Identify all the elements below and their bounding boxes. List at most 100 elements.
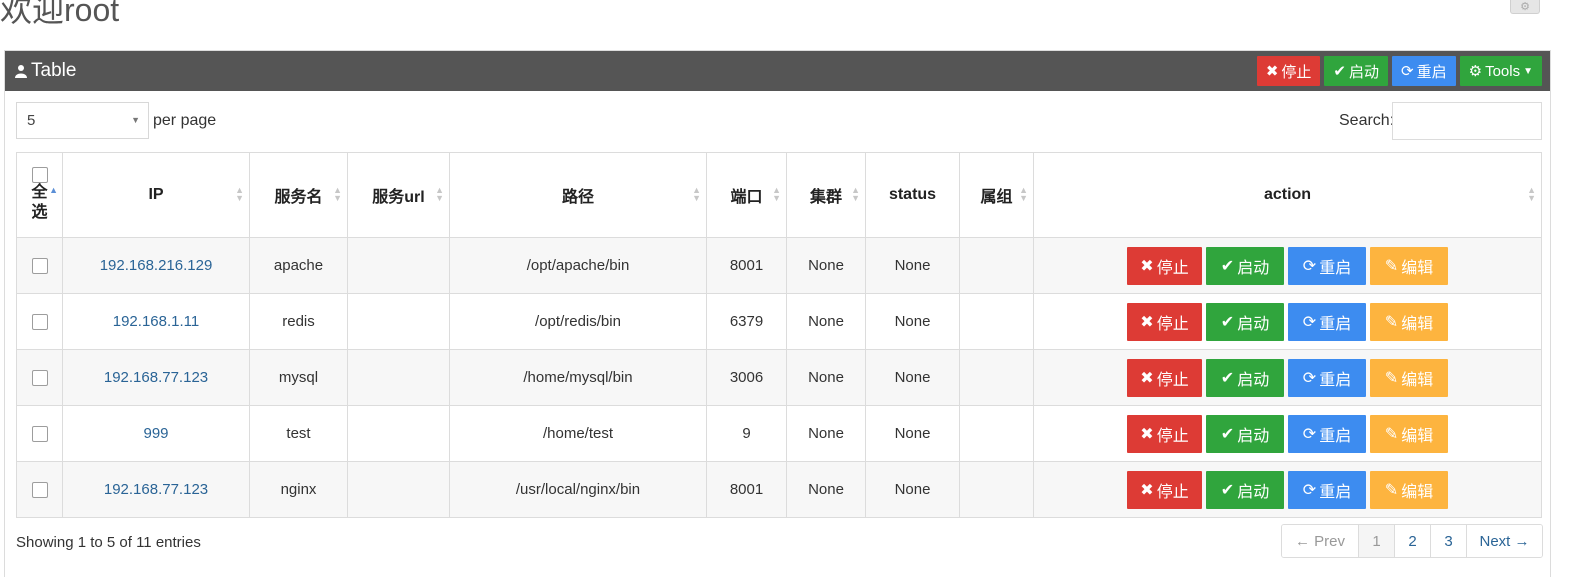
services-table: 全选 ▲ IP ▲ ▼ 服务名 ▲ ▼ 服务url ▲ ▼ 路径 ▲ ▼ 端口 ▲ ▼ 集群 ▲ ▼ s… (16, 152, 1542, 518)
sort-icon: ▲ ▼ (333, 185, 342, 203)
column-header-status[interactable]: status (865, 152, 960, 238)
stop-button[interactable]: ✖ 停止 (1127, 470, 1202, 509)
refresh-icon: ⟳ (1302, 481, 1317, 499)
edit-button[interactable]: ✎ 编辑 (1370, 246, 1448, 285)
check-icon: ✔ (1220, 369, 1235, 387)
column-header-group[interactable]: 属组 ▲ ▼ (959, 152, 1034, 238)
ip-link[interactable]: 192.168.77.123 (104, 481, 208, 498)
stop-button[interactable]: ✖ 停止 (1127, 414, 1202, 453)
cogs-icon: ⚙ (1468, 63, 1483, 80)
start-label: 启动 (1237, 483, 1270, 501)
start-label: 启动 (1237, 259, 1270, 277)
next-page-button[interactable]: Next → (1466, 525, 1542, 557)
page-size-value: 5 (27, 112, 36, 129)
close-icon: ✖ (1265, 63, 1279, 80)
column-header-url[interactable]: 服务url ▲ ▼ (347, 152, 450, 238)
edit-button[interactable]: ✎ 编辑 (1370, 414, 1448, 453)
ip-cell: 192.168.77.123 (62, 349, 250, 406)
select-all-checkbox[interactable] (31, 167, 48, 183)
row-checkbox[interactable] (31, 314, 48, 331)
edit-button[interactable]: ✎ 编辑 (1370, 302, 1448, 341)
column-header-path[interactable]: 路径 ▲ ▼ (449, 152, 707, 238)
tools-dropdown-button[interactable]: ⚙ Tools ▼ (1459, 56, 1542, 86)
table-row: 192.168.216.129 apache/opt/apache/bin 8001… (16, 237, 1542, 294)
path-cell: /home/test (449, 405, 707, 462)
column-header-select[interactable]: 全选 ▲ (16, 152, 63, 238)
port-cell: 8001 (706, 237, 787, 294)
refresh-icon: ⟳ (1302, 313, 1317, 331)
stop-button[interactable]: ✖ 停止 (1127, 358, 1202, 397)
check-icon: ✔ (1220, 313, 1235, 331)
edit-button[interactable]: ✎ 编辑 (1370, 358, 1448, 397)
ip-cell: 192.168.216.129 (62, 237, 250, 294)
column-header-service[interactable]: 服务名 ▲ ▼ (249, 152, 348, 238)
url-cell (347, 237, 450, 294)
start-button[interactable]: ✔ 启动 (1206, 470, 1284, 509)
table-info: Showing 1 to 5 of 11 entries (16, 534, 201, 551)
column-header-cluster[interactable]: 集群 ▲ ▼ (786, 152, 866, 238)
stop-button[interactable]: ✖ 停止 (1127, 246, 1202, 285)
restart-button[interactable]: ⟳ 重启 (1288, 246, 1366, 285)
start-label: 启动 (1237, 371, 1270, 389)
group-cell (959, 349, 1034, 406)
check-icon: ✔ (1220, 481, 1235, 499)
start-button[interactable]: ✔ 启动 (1206, 246, 1284, 285)
ip-link[interactable]: 192.168.216.129 (100, 257, 213, 274)
page-title: 欢迎root (0, 0, 120, 28)
row-checkbox[interactable] (31, 370, 48, 387)
edit-icon: ✎ (1384, 425, 1399, 443)
cluster-cell: None (786, 461, 866, 518)
restart-button[interactable]: ⟳ 重启 (1288, 414, 1366, 453)
service-cell: test (249, 405, 348, 462)
ip-link[interactable]: 192.168.1.11 (113, 313, 199, 330)
ip-link[interactable]: 999 (143, 425, 168, 442)
row-checkbox[interactable] (31, 482, 48, 499)
stop-all-button[interactable]: ✖ 停止 (1256, 56, 1321, 86)
column-label-group: 属组 (980, 189, 1013, 206)
row-checkbox[interactable] (31, 258, 48, 275)
settings-corner-button[interactable]: ⚙ (1510, 0, 1540, 14)
page-button-3[interactable]: 3 (1430, 525, 1466, 557)
restart-button[interactable]: ⟳ 重启 (1288, 358, 1366, 397)
edit-button[interactable]: ✎ 编辑 (1370, 470, 1448, 509)
page-button-1[interactable]: 1 (1358, 525, 1394, 557)
stop-label: 停止 (1156, 315, 1189, 333)
page-size-select[interactable]: 5 ▼ (16, 102, 149, 139)
tools-label: Tools (1485, 62, 1521, 80)
column-header-port[interactable]: 端口 ▲ ▼ (706, 152, 787, 238)
restart-label: 重启 (1319, 427, 1352, 445)
prev-page-button[interactable]: ← Prev (1282, 525, 1358, 557)
column-header-ip[interactable]: IP ▲ ▼ (62, 152, 250, 238)
restart-button[interactable]: ⟳ 重启 (1288, 470, 1366, 509)
row-select-cell (16, 405, 63, 462)
refresh-icon: ⟳ (1302, 425, 1317, 443)
cluster-cell: None (786, 405, 866, 462)
restart-button[interactable]: ⟳ 重启 (1288, 302, 1366, 341)
ip-cell: 999 (62, 405, 250, 462)
start-button[interactable]: ✔ 启动 (1206, 302, 1284, 341)
row-select-cell (16, 293, 63, 350)
column-header-action[interactable]: action ▲ ▼ (1033, 152, 1542, 238)
restart-all-button[interactable]: ⟳ 重启 (1392, 56, 1456, 86)
action-cell: ✖ 停止 ✔ 启动 ⟳ 重启 ✎ 编辑 (1033, 237, 1542, 294)
table-controls: 5 ▼ per page Search: (5, 91, 1550, 153)
edit-label: 编辑 (1401, 315, 1434, 333)
stop-button[interactable]: ✖ 停止 (1127, 302, 1202, 341)
page-button-2[interactable]: 2 (1394, 525, 1430, 557)
row-select-cell (16, 237, 63, 294)
panel-title: Table (15, 60, 76, 82)
start-all-button[interactable]: ✔ 启动 (1324, 56, 1389, 86)
ip-link[interactable]: 192.168.77.123 (104, 369, 208, 386)
table-row: 192.168.1.11 redis/opt/redis/bin 6379 None N… (16, 293, 1542, 350)
port-cell: 9 (706, 405, 787, 462)
row-select-cell (16, 349, 63, 406)
start-button[interactable]: ✔ 启动 (1206, 358, 1284, 397)
header-toolbar: ✖ 停止 ✔ 启动 ⟳ 重启 ⚙ Tools ▼ (1256, 56, 1542, 86)
stop-label: 停止 (1156, 259, 1189, 277)
start-button[interactable]: ✔ 启动 (1206, 414, 1284, 453)
search-input[interactable] (1392, 102, 1542, 140)
refresh-icon: ⟳ (1302, 257, 1317, 275)
action-cell: ✖ 停止 ✔ 启动 ⟳ 重启 ✎ 编辑 (1033, 293, 1542, 350)
ip-cell: 192.168.77.123 (62, 461, 250, 518)
row-checkbox[interactable] (31, 426, 48, 443)
